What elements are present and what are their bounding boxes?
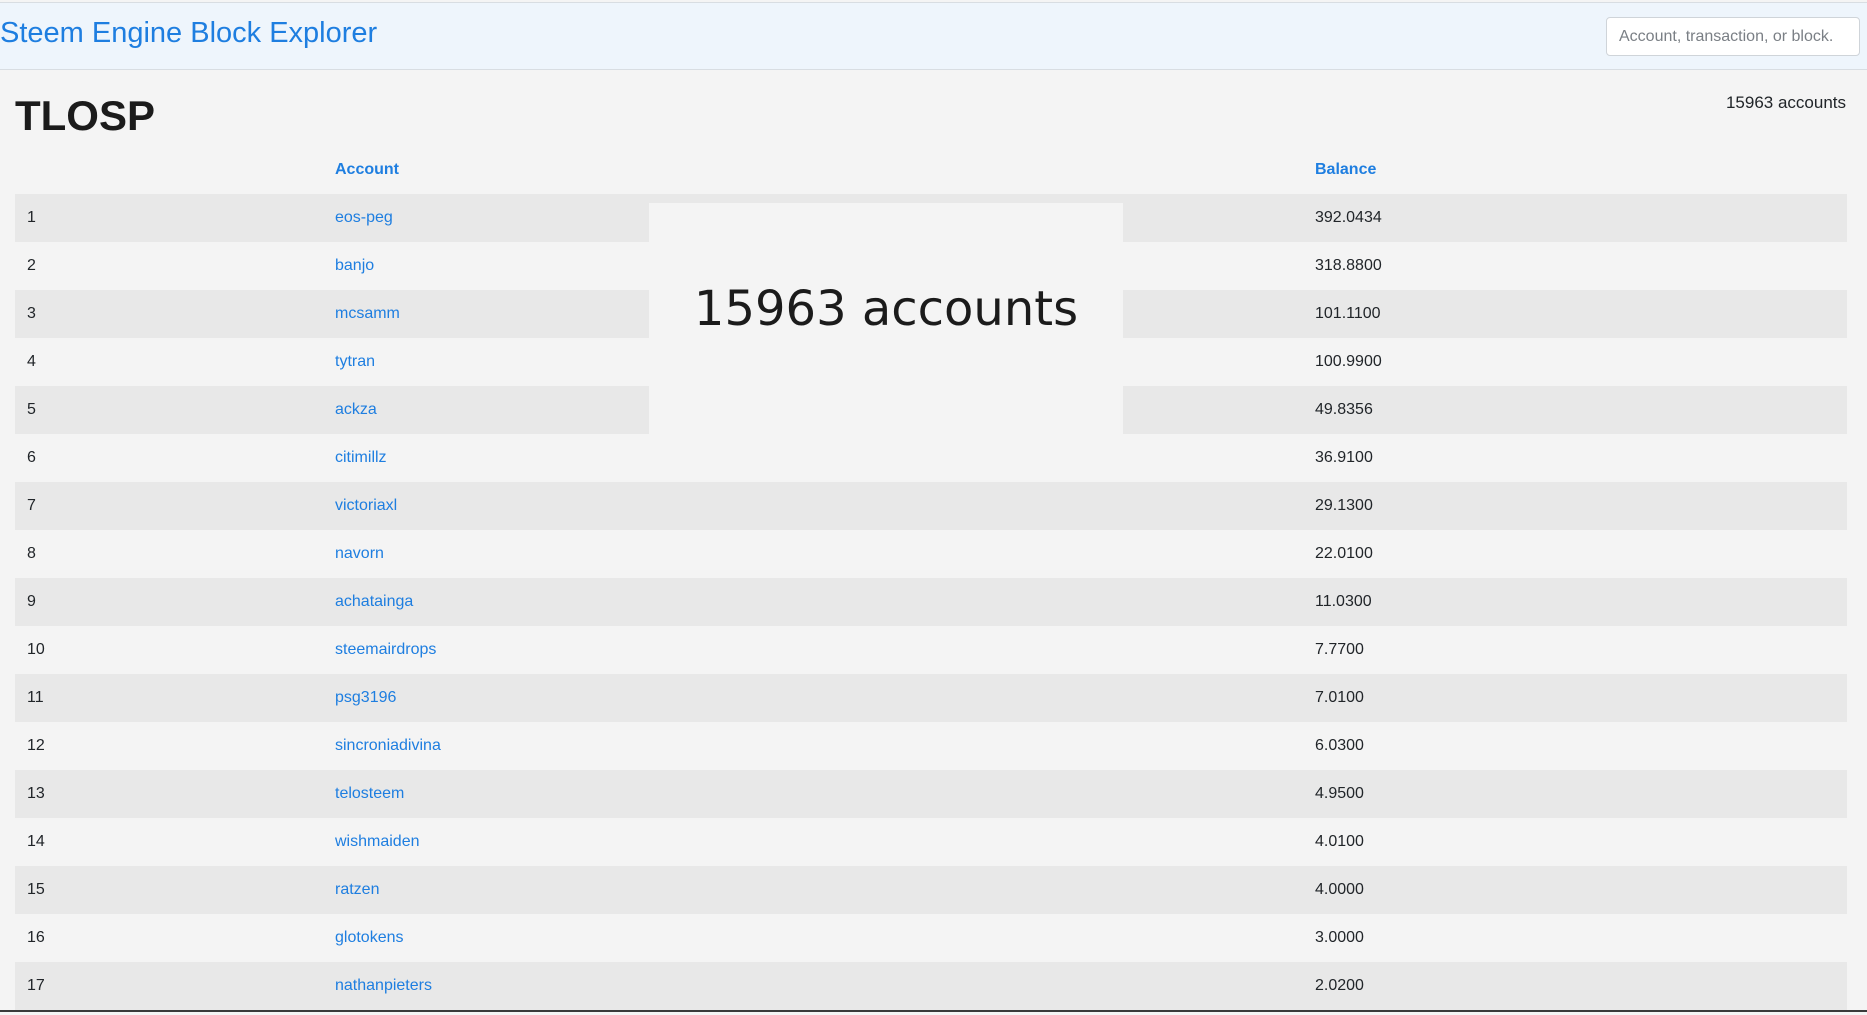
rank-cell: 11 bbox=[27, 689, 44, 706]
table-row: 14 wishmaiden 4.0100 bbox=[15, 818, 1847, 866]
account-count-overlay: 15963 accounts bbox=[649, 203, 1123, 435]
account-link[interactable]: tytran bbox=[335, 353, 375, 371]
rank-cell: 15 bbox=[27, 881, 45, 898]
account-link[interactable]: psg3196 bbox=[335, 689, 396, 707]
balance-cell: 101.1100 bbox=[1315, 305, 1381, 322]
column-header-balance[interactable]: Balance bbox=[1315, 161, 1376, 179]
balance-cell: 4.0100 bbox=[1315, 833, 1364, 850]
account-link[interactable]: ratzen bbox=[335, 881, 379, 899]
brand-link[interactable]: Steem Engine Block Explorer bbox=[0, 17, 377, 50]
bottom-divider bbox=[0, 1010, 1867, 1012]
balance-cell: 100.9900 bbox=[1315, 353, 1382, 370]
table-row: 17 nathanpieters 2.0200 bbox=[15, 962, 1847, 1010]
table-row: 7 victoriaxl 29.1300 bbox=[15, 482, 1847, 530]
balance-cell: 2.0200 bbox=[1315, 977, 1364, 994]
rank-cell: 5 bbox=[27, 401, 36, 418]
rank-cell: 13 bbox=[27, 785, 45, 802]
rank-cell: 12 bbox=[27, 737, 45, 754]
table-row: 16 glotokens 3.0000 bbox=[15, 914, 1847, 962]
balance-cell: 3.0000 bbox=[1315, 929, 1364, 946]
account-link[interactable]: mcsamm bbox=[335, 305, 400, 323]
table-row: 12 sincroniadivina 6.0300 bbox=[15, 722, 1847, 770]
balance-cell: 22.0100 bbox=[1315, 545, 1373, 562]
table-row: 10 steemairdrops 7.7700 bbox=[15, 626, 1847, 674]
table-row: 8 navorn 22.0100 bbox=[15, 530, 1847, 578]
rank-cell: 3 bbox=[27, 305, 36, 322]
account-link[interactable]: telosteem bbox=[335, 785, 404, 803]
account-link[interactable]: wishmaiden bbox=[335, 833, 419, 851]
table-row: 13 telosteem 4.9500 bbox=[15, 770, 1847, 818]
balance-cell: 318.8800 bbox=[1315, 257, 1382, 274]
table-header: Account Balance bbox=[15, 146, 1847, 194]
table-row: 6 citimillz 36.9100 bbox=[15, 434, 1847, 482]
balance-cell: 11.0300 bbox=[1315, 593, 1372, 610]
balance-cell: 4.9500 bbox=[1315, 785, 1364, 802]
account-count: 15963 accounts bbox=[1725, 93, 1846, 112]
rank-cell: 1 bbox=[27, 209, 36, 226]
balance-cell: 49.8356 bbox=[1315, 401, 1373, 418]
balance-cell: 7.0100 bbox=[1315, 689, 1364, 706]
navbar: Steem Engine Block Explorer bbox=[0, 2, 1867, 70]
rank-cell: 10 bbox=[27, 641, 45, 658]
balance-cell: 29.1300 bbox=[1315, 497, 1373, 514]
account-link[interactable]: victoriaxl bbox=[335, 497, 397, 515]
balance-cell: 4.0000 bbox=[1315, 881, 1364, 898]
rank-cell: 9 bbox=[27, 593, 36, 610]
rank-cell: 14 bbox=[27, 833, 45, 850]
account-link[interactable]: sincroniadivina bbox=[335, 737, 441, 755]
overlay-label: 15963 accounts bbox=[693, 281, 1079, 337]
account-link[interactable]: achatainga bbox=[335, 593, 413, 611]
rank-cell: 4 bbox=[27, 353, 36, 370]
table-row: 15 ratzen 4.0000 bbox=[15, 866, 1847, 914]
account-link[interactable]: nathanpieters bbox=[335, 977, 432, 995]
account-link[interactable]: citimillz bbox=[335, 449, 387, 467]
account-link[interactable]: banjo bbox=[335, 257, 374, 275]
account-link[interactable]: ackza bbox=[335, 401, 377, 419]
rank-cell: 17 bbox=[27, 977, 45, 994]
account-link[interactable]: steemairdrops bbox=[335, 641, 436, 659]
balance-cell: 392.0434 bbox=[1315, 209, 1382, 226]
rank-cell: 16 bbox=[27, 929, 45, 946]
rank-cell: 2 bbox=[27, 257, 36, 274]
table-row: 11 psg3196 7.0100 bbox=[15, 674, 1847, 722]
balance-cell: 7.7700 bbox=[1315, 641, 1364, 658]
rank-cell: 6 bbox=[27, 449, 36, 466]
balance-cell: 36.9100 bbox=[1315, 449, 1373, 466]
column-header-account[interactable]: Account bbox=[335, 161, 399, 179]
account-link[interactable]: eos-peg bbox=[335, 209, 393, 227]
rank-cell: 7 bbox=[27, 497, 36, 514]
search-input[interactable] bbox=[1606, 17, 1860, 56]
account-link[interactable]: glotokens bbox=[335, 929, 404, 947]
table-row: 9 achatainga 11.0300 bbox=[15, 578, 1847, 626]
page-title: TLOSP bbox=[15, 92, 156, 139]
balance-cell: 6.0300 bbox=[1315, 737, 1364, 754]
rank-cell: 8 bbox=[27, 545, 36, 562]
account-link[interactable]: navorn bbox=[335, 545, 384, 563]
